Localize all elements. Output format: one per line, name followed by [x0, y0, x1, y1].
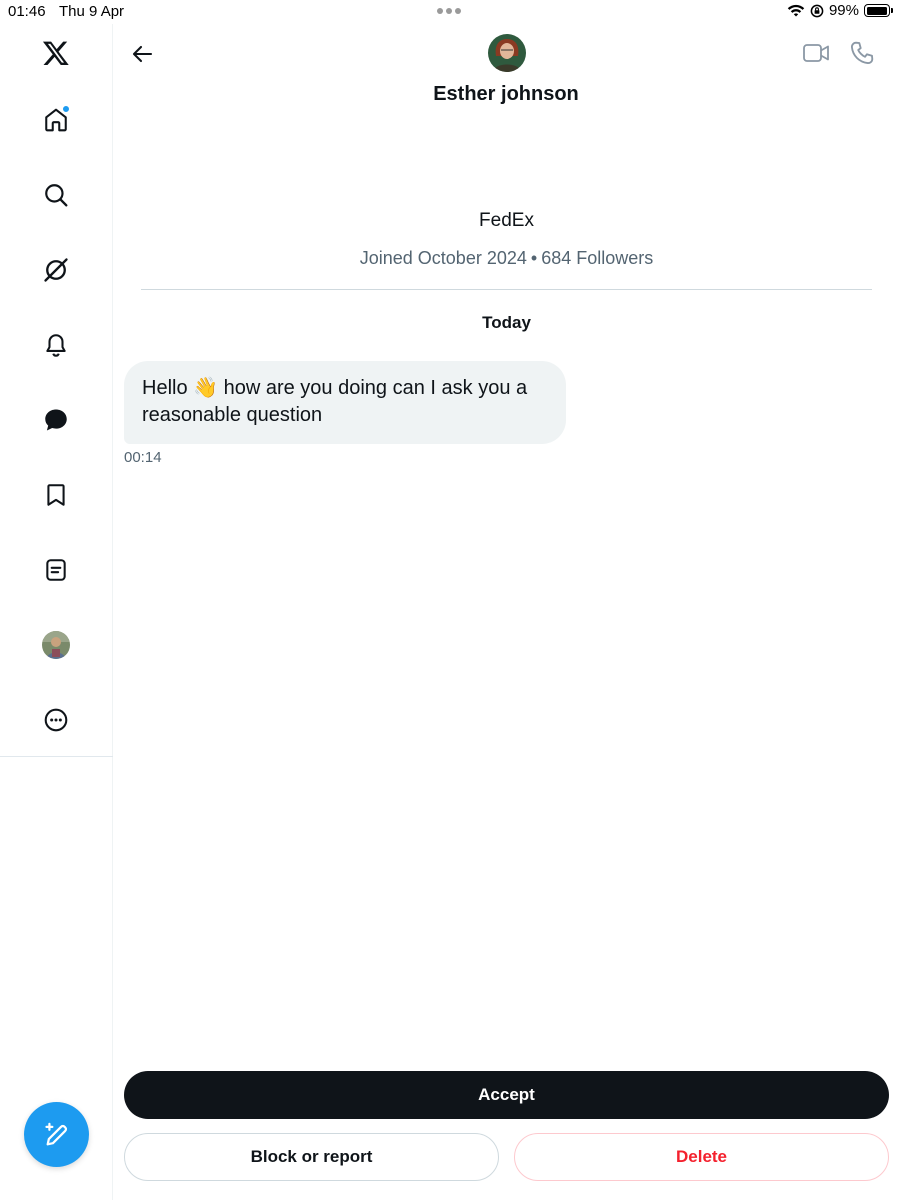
status-date: Thu 9 Apr [59, 3, 125, 20]
voice-call-button[interactable] [849, 40, 875, 66]
messages-icon[interactable] [41, 405, 71, 435]
status-time: 01:46 [8, 3, 46, 20]
contact-name[interactable]: Esther johnson [300, 83, 712, 106]
orientation-lock-icon [810, 4, 824, 17]
compose-quill-icon [44, 1122, 67, 1145]
message-bubble[interactable]: Hello 👋 how are you doing can I ask you … [124, 361, 566, 444]
delete-button[interactable]: Delete [514, 1133, 889, 1181]
home-icon[interactable] [41, 105, 71, 135]
back-button[interactable] [128, 40, 156, 68]
search-icon[interactable] [41, 180, 71, 210]
followers-count: 684 Followers [541, 248, 654, 268]
profile-divider [141, 289, 872, 290]
day-separator: Today [482, 313, 531, 332]
more-icon[interactable] [41, 705, 71, 735]
video-call-button[interactable] [802, 40, 830, 66]
compose-button[interactable] [24, 1102, 89, 1167]
bookmarks-icon[interactable] [41, 480, 71, 510]
notifications-bell-icon[interactable] [41, 330, 71, 360]
notification-dot [62, 105, 70, 113]
wifi-icon [787, 4, 805, 16]
contact-meta: Joined October 2024 • 684 Followers [113, 248, 900, 269]
contact-avatar[interactable] [488, 34, 526, 72]
x-logo-icon[interactable] [41, 38, 71, 68]
accept-button[interactable]: Accept [124, 1071, 889, 1119]
grok-icon[interactable] [41, 255, 71, 285]
profile-avatar[interactable] [41, 630, 71, 660]
joined-date: Joined October 2024 [359, 248, 527, 268]
back-arrow-icon [132, 45, 153, 63]
contact-bio: FedEx [479, 210, 534, 231]
block-or-report-button[interactable]: Block or report [124, 1133, 499, 1181]
video-camera-icon [803, 44, 829, 62]
battery-icon [864, 4, 893, 17]
status-bar: 01:46 Thu 9 Apr 99% [0, 0, 900, 24]
status-indicators: 99% [787, 2, 893, 19]
battery-percent: 99% [828, 2, 859, 19]
phone-icon [851, 41, 874, 64]
message-timestamp: 00:14 [124, 449, 162, 466]
multitasking-dots-icon[interactable] [437, 3, 461, 14]
sidebar-divider [0, 756, 113, 757]
meta-separator: • [530, 248, 538, 268]
sidebar [0, 24, 113, 1200]
lists-icon[interactable] [41, 555, 71, 585]
